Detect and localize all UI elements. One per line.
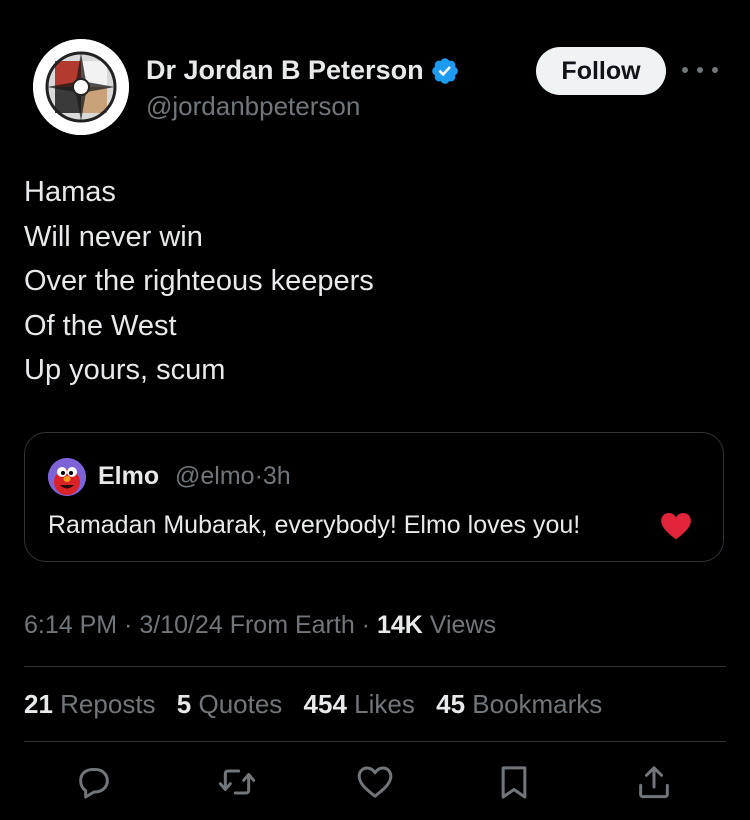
tweet-line: Hamas — [24, 176, 116, 208]
quoted-meta-separator: · — [254, 462, 263, 490]
tweet-time[interactable]: 6:14 PM — [24, 611, 117, 639]
author-handle[interactable]: @jordanbpeterson — [146, 91, 360, 122]
divider — [24, 741, 726, 742]
engagement-stats: 21 Reposts 5 Quotes 454 Likes 45 Bookmar… — [24, 689, 616, 720]
author-avatar[interactable] — [33, 39, 129, 135]
quoted-tweet-age: 3h — [262, 462, 291, 490]
quoted-author-avatar[interactable] — [48, 458, 86, 496]
tweet-line: Will never win — [24, 220, 203, 253]
tweet-line: Over the righteous keepers — [24, 265, 374, 297]
repost-icon[interactable] — [217, 762, 257, 802]
quoted-author-name[interactable]: Elmo — [98, 462, 159, 491]
views-count: 14K — [376, 611, 423, 639]
red-heart-emoji-icon — [661, 512, 691, 540]
quotes-stat[interactable]: 5 Quotes — [177, 689, 283, 719]
likes-stat[interactable]: 454 Likes — [304, 689, 415, 719]
more-options-icon[interactable] — [682, 56, 718, 84]
reply-icon[interactable] — [74, 762, 114, 802]
divider — [24, 666, 726, 667]
quoted-tweet-meta: @elmo·3h — [175, 462, 291, 491]
tweet-date[interactable]: 3/10/24 — [139, 611, 222, 639]
tweet-line: Up yours, scum — [24, 354, 226, 386]
follow-button[interactable]: Follow — [536, 47, 666, 95]
share-icon[interactable] — [634, 762, 674, 802]
tweet-timestamp: 6:14 PM · 3/10/24 From Earth · 14K Views — [24, 611, 497, 639]
like-icon[interactable] — [355, 762, 395, 802]
quoted-author-handle[interactable]: @elmo — [175, 462, 255, 490]
quoted-tweet-text: Ramadan Mubarak, everybody! Elmo loves y… — [48, 511, 581, 539]
quoted-tweet[interactable]: Elmo @elmo·3h Ramadan Mubarak, everybody… — [24, 432, 724, 562]
bookmark-icon[interactable] — [494, 762, 534, 802]
views-label: Views — [429, 611, 497, 639]
reposts-stat[interactable]: 21 Reposts — [24, 689, 156, 719]
tweet-line: Of the West — [24, 309, 177, 342]
tweet-source: From Earth — [229, 611, 355, 639]
verified-badge-icon — [432, 58, 458, 84]
author-name[interactable]: Dr Jordan B Peterson — [146, 55, 424, 86]
tweet-text: Hamas Will never win Over the righteous … — [24, 170, 704, 393]
bookmarks-stat[interactable]: 45 Bookmarks — [436, 689, 602, 719]
